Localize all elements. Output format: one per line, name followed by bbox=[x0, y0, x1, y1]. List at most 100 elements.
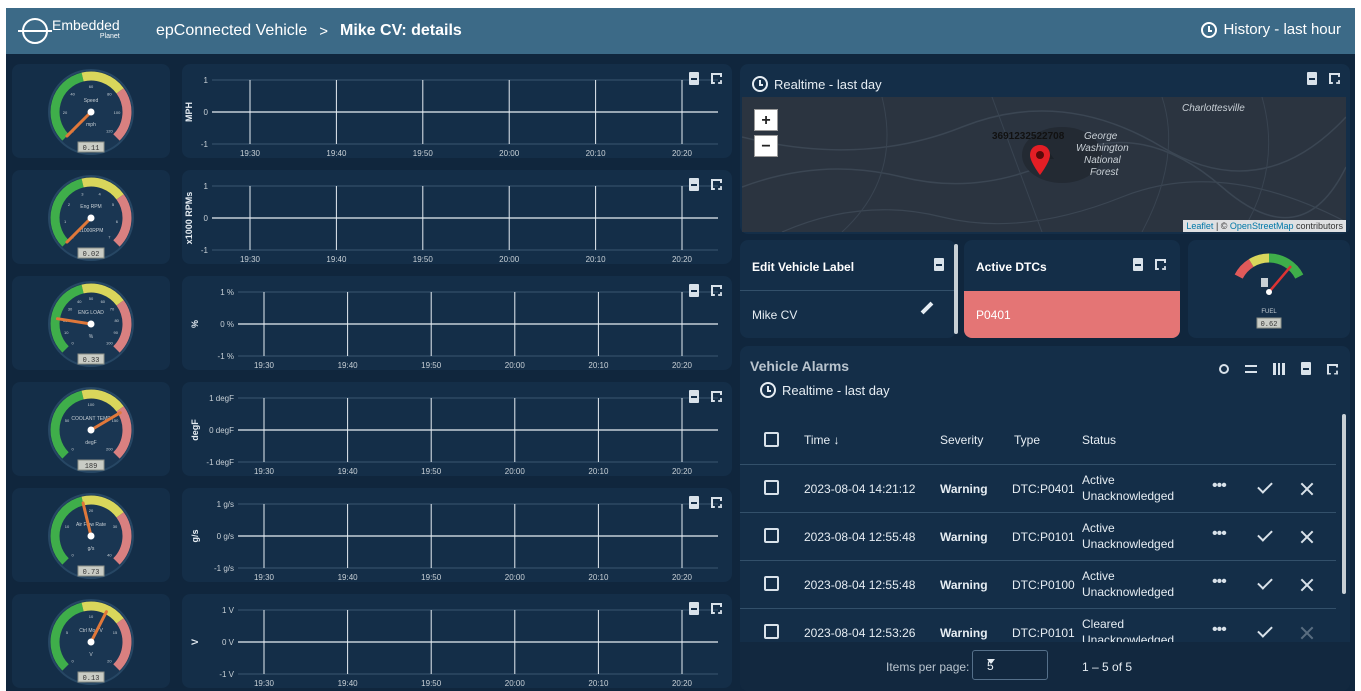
gauge-scale-label: 20 bbox=[63, 110, 68, 115]
filter-icon[interactable] bbox=[1245, 364, 1257, 373]
clock-icon bbox=[1201, 21, 1218, 38]
export-icon[interactable] bbox=[1133, 258, 1143, 271]
osm-link[interactable]: OpenStreetMap bbox=[1230, 221, 1294, 231]
map-pin-icon[interactable] bbox=[1030, 145, 1050, 175]
fullscreen-icon[interactable] bbox=[711, 73, 722, 84]
alarm-severity: Warning bbox=[940, 530, 988, 544]
fullscreen-icon[interactable] bbox=[711, 285, 722, 296]
vehicle-label-value: Mike CV bbox=[752, 308, 798, 322]
fullscreen-icon[interactable] bbox=[711, 391, 722, 402]
export-icon[interactable] bbox=[1301, 362, 1311, 375]
history-selector[interactable]: History - last hour bbox=[1201, 21, 1341, 38]
export-icon[interactable] bbox=[689, 72, 699, 85]
history-label: History - last hour bbox=[1223, 21, 1341, 38]
alarm-type: DTC:P0101 bbox=[1012, 626, 1075, 640]
acknowledge-check-icon[interactable] bbox=[1257, 526, 1273, 542]
fullscreen-icon[interactable] bbox=[711, 603, 722, 614]
gauge-scale-label: 100 bbox=[106, 340, 113, 345]
export-icon[interactable] bbox=[689, 178, 699, 191]
fullscreen-icon[interactable] bbox=[1155, 259, 1166, 270]
alarm-time: 2023-08-04 14:21:12 bbox=[804, 482, 916, 496]
edit-pencil-icon[interactable] bbox=[920, 301, 934, 315]
chart-x-tick-label: 20:10 bbox=[586, 149, 607, 158]
table-row[interactable]: 2023-08-04 14:21:12 Warning DTC:P0401 Activ… bbox=[740, 464, 1336, 512]
logo[interactable]: Embedded Planet bbox=[18, 18, 152, 44]
breadcrumb-root[interactable]: epConnected Vehicle bbox=[156, 22, 307, 40]
time-series-chart: 1 g/s 0 g/s -1 g/s g/s 19:30 19:40 19:50 20:00 2… bbox=[190, 500, 718, 582]
breadcrumb-separator: > bbox=[319, 22, 328, 40]
gauge: 05101520Ctrl Mod VV0.13 bbox=[48, 599, 134, 685]
export-icon[interactable] bbox=[689, 496, 699, 509]
chart-y-tick-label: -1 g/s bbox=[214, 564, 234, 573]
gauge-card: 0 10 20 30 40 Air Flow Rate g/s 0.73 bbox=[12, 488, 170, 582]
export-icon[interactable] bbox=[689, 390, 699, 403]
chart-x-tick-label: 20:20 bbox=[672, 679, 693, 688]
export-icon[interactable] bbox=[934, 258, 944, 271]
clear-close-icon[interactable] bbox=[1300, 578, 1314, 592]
acknowledge-check-icon[interactable] bbox=[1257, 478, 1273, 494]
more-options-icon[interactable]: ••• bbox=[1212, 477, 1227, 495]
vehicle-alarms-card: Vehicle Alarms Realtime - last day Time … bbox=[740, 346, 1350, 691]
chart-x-tick-label: 20:10 bbox=[586, 255, 607, 264]
column-severity[interactable]: Severity bbox=[940, 433, 983, 447]
export-icon[interactable] bbox=[1307, 72, 1317, 85]
chart-y-tick-label: 1 bbox=[204, 76, 209, 85]
clear-close-icon[interactable] bbox=[1300, 530, 1314, 544]
column-type[interactable]: Type bbox=[1014, 433, 1040, 447]
active-dtcs-card: Active DTCs P0401 bbox=[964, 240, 1180, 338]
table-scrollbar[interactable] bbox=[1342, 414, 1346, 594]
gauge-scale-label: 10 bbox=[64, 330, 69, 335]
gauge-scale-label: 20 bbox=[107, 658, 112, 663]
gauge-value: 0.33 bbox=[83, 357, 100, 365]
gauge-scale-label: 200 bbox=[106, 446, 113, 451]
fullscreen-icon[interactable] bbox=[1327, 364, 1338, 375]
gauge-scale-label: 60 bbox=[101, 299, 106, 304]
row-checkbox[interactable] bbox=[764, 576, 779, 591]
fullscreen-icon[interactable] bbox=[711, 497, 722, 508]
more-options-icon[interactable]: ••• bbox=[1212, 573, 1227, 591]
zoom-in-button[interactable]: + bbox=[754, 109, 778, 131]
chart-y-tick-label: -1 degF bbox=[206, 458, 234, 467]
chart-x-tick-label: 19:50 bbox=[413, 149, 434, 158]
items-per-page-select[interactable]: 5 bbox=[972, 650, 1048, 680]
table-row[interactable]: 2023-08-04 12:55:48 Warning DTC:P0101 Activ… bbox=[740, 512, 1336, 560]
chart-y-tick-label: 0 g/s bbox=[217, 532, 234, 541]
row-checkbox[interactable] bbox=[764, 480, 779, 495]
alarm-time: 2023-08-04 12:53:26 bbox=[804, 626, 916, 640]
gauge-scale-label: 120 bbox=[106, 128, 113, 133]
panel-scrollbar[interactable] bbox=[954, 244, 958, 334]
time-series-chart-card: 1 V 0 V -1 V V 19:30 19:40 19:50 20:00 20:10 20:2… bbox=[182, 594, 732, 688]
leaflet-link[interactable]: Leaflet bbox=[1186, 221, 1213, 231]
acknowledge-check-icon[interactable] bbox=[1257, 574, 1273, 590]
dtc-list-item[interactable]: P0401 bbox=[964, 291, 1180, 338]
alarm-time: 2023-08-04 12:55:48 bbox=[804, 530, 916, 544]
table-row[interactable]: 2023-08-04 12:55:48 Warning DTC:P0100 Activ… bbox=[740, 560, 1336, 608]
gauge-value: 189 bbox=[85, 463, 98, 471]
chart-x-tick-label: 20:00 bbox=[505, 679, 526, 688]
gauge-label: Ctrl Mod V bbox=[79, 628, 103, 634]
time-series-chart: 1 0 -1 x1000 RPMs 19:30 19:40 19:50 20:00 20:10 2… bbox=[184, 182, 718, 264]
export-icon[interactable] bbox=[689, 602, 699, 615]
column-status[interactable]: Status bbox=[1082, 433, 1116, 447]
clear-close-icon[interactable] bbox=[1300, 626, 1314, 640]
more-options-icon[interactable]: ••• bbox=[1212, 621, 1227, 639]
clear-close-icon[interactable] bbox=[1300, 482, 1314, 496]
chart-y-tick-label: 0 bbox=[204, 108, 209, 117]
row-checkbox[interactable] bbox=[764, 624, 779, 639]
more-options-icon[interactable]: ••• bbox=[1212, 525, 1227, 543]
columns-icon[interactable] bbox=[1273, 362, 1285, 375]
acknowledge-check-icon[interactable] bbox=[1257, 622, 1273, 638]
zoom-out-button[interactable]: − bbox=[754, 135, 778, 157]
export-icon[interactable] bbox=[689, 284, 699, 297]
row-checkbox[interactable] bbox=[764, 528, 779, 543]
search-icon[interactable] bbox=[1219, 363, 1229, 374]
chart-x-tick-label: 20:20 bbox=[672, 573, 693, 582]
fullscreen-icon[interactable] bbox=[711, 179, 722, 190]
column-time[interactable]: Time ↓ bbox=[804, 433, 840, 447]
gauge-hub bbox=[87, 108, 95, 116]
select-all-checkbox[interactable] bbox=[764, 432, 779, 447]
fullscreen-icon[interactable] bbox=[1329, 73, 1340, 84]
fuel-label: FUEL bbox=[1261, 309, 1277, 315]
alarm-status: Active Unacknowledged bbox=[1082, 521, 1175, 551]
map-view[interactable]: + − Charlottesville 3691232522708 George… bbox=[742, 97, 1346, 232]
